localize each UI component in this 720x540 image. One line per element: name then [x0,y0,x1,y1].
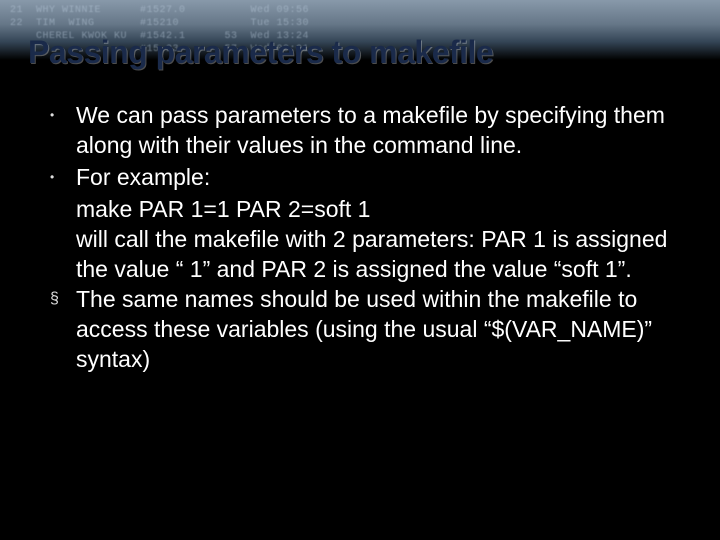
bullet-item: We can pass parameters to a makefile by … [48,100,680,160]
bullet-marker [48,284,76,314]
bullet-item: For example: [48,162,680,192]
bullet-text: For example: [76,162,210,192]
bullet-continuation: make PAR 1=1 PAR 2=soft 1 [48,194,680,224]
bullet-marker [48,100,76,130]
slide-title: Passing parameters to makefile [28,34,493,71]
slide-content: We can pass parameters to a makefile by … [0,60,720,374]
bullet-text: The same names should be used within the… [76,284,680,374]
bullet-marker [48,162,76,192]
bullet-continuation: will call the makefile with 2 parameters… [48,224,680,284]
bullet-item: The same names should be used within the… [48,284,680,374]
bullet-text: We can pass parameters to a makefile by … [76,100,680,160]
